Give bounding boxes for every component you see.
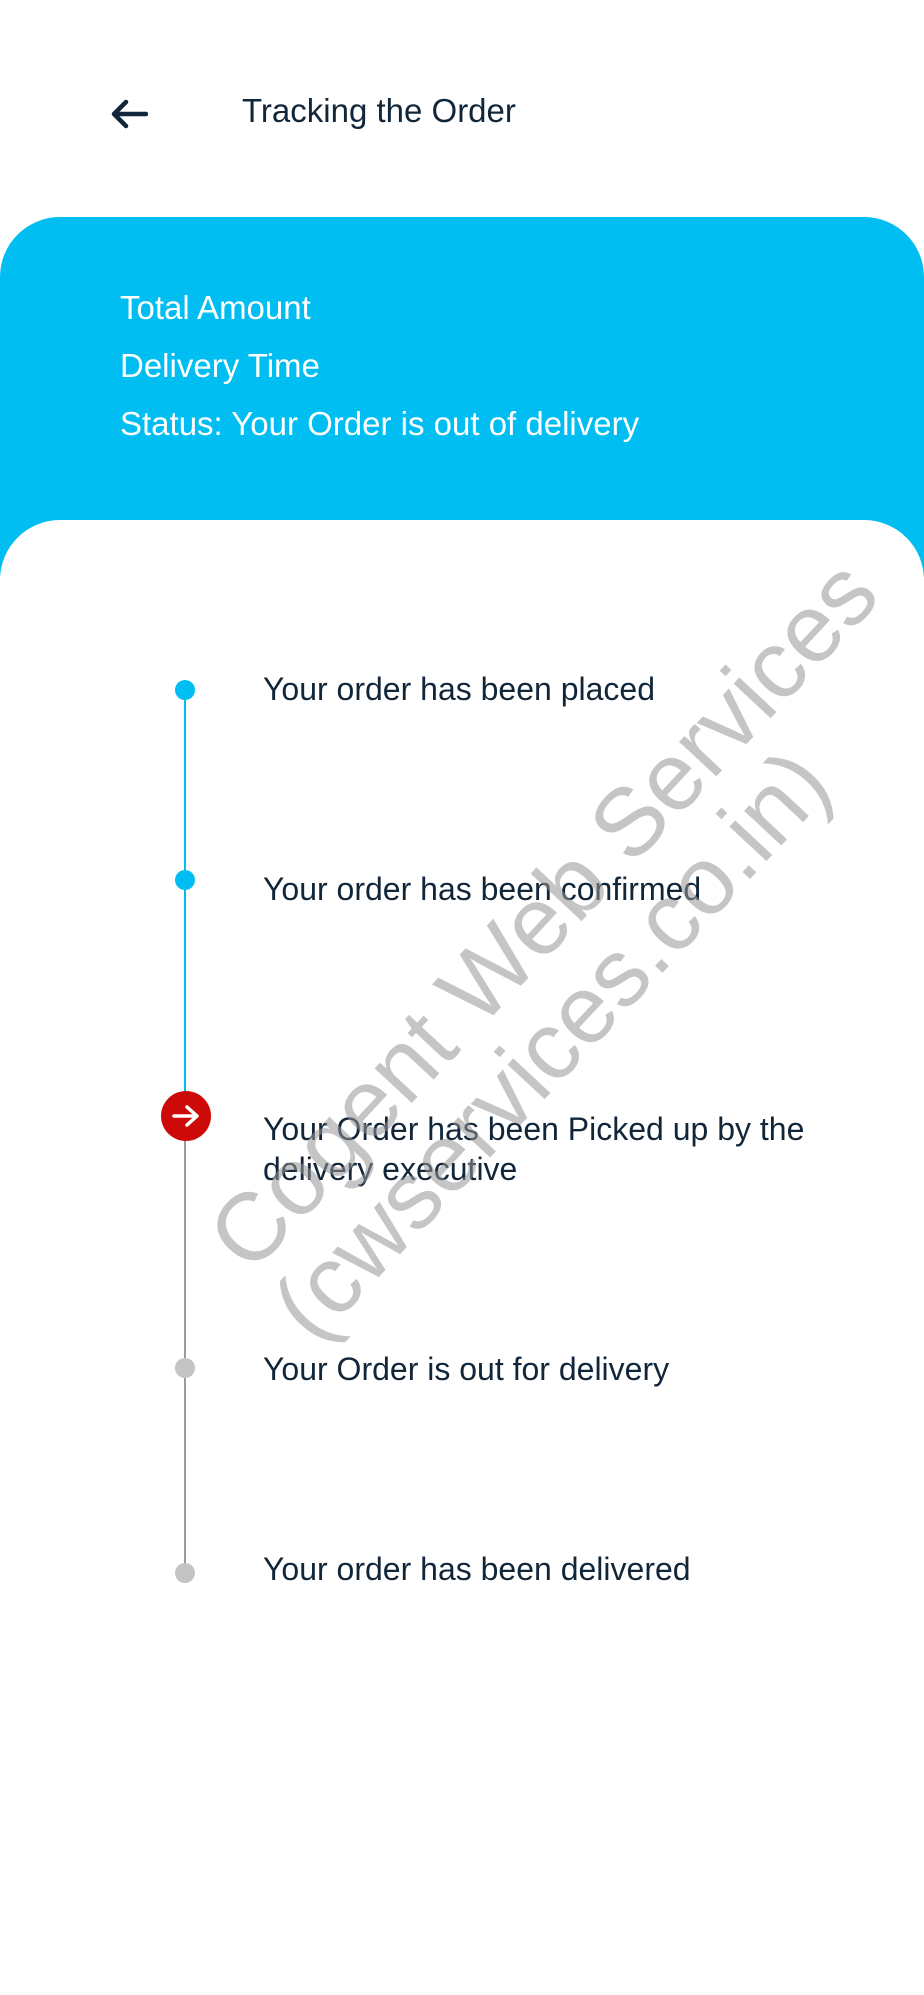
order-tracking-screen: Tracking the Order Total Amount Delivery… xyxy=(0,0,924,1995)
step-picked-up-marker xyxy=(161,1091,211,1141)
timeline-panel xyxy=(0,520,924,1995)
total-amount-label: Total Amount xyxy=(120,289,311,326)
step-delivered-dot xyxy=(175,1563,195,1583)
timeline-rail-pending xyxy=(184,1115,186,1575)
step-confirmed-label: Your order has been confirmed xyxy=(263,871,702,907)
arrow-left-icon xyxy=(111,99,148,129)
page-title: Tracking the Order xyxy=(242,92,516,129)
step-picked-up-label: Your Order has been Picked up by the del… xyxy=(263,1111,805,1187)
back-button[interactable] xyxy=(98,90,160,138)
step-out-for-delivery-label: Your Order is out for delivery xyxy=(263,1351,670,1387)
delivery-time-label: Delivery Time xyxy=(120,347,320,384)
step-out-for-delivery-dot xyxy=(175,1358,195,1378)
order-status-text: Status: Your Order is out of delivery xyxy=(120,405,640,442)
step-placed-dot xyxy=(175,680,195,700)
step-placed-label: Your order has been placed xyxy=(263,671,655,707)
step-confirmed-dot xyxy=(175,870,195,890)
app-header: Tracking the Order xyxy=(0,0,924,215)
arrow-right-icon xyxy=(172,1105,199,1127)
step-delivered-label: Your order has been delivered xyxy=(263,1551,691,1587)
timeline-rail-completed xyxy=(184,690,186,1115)
